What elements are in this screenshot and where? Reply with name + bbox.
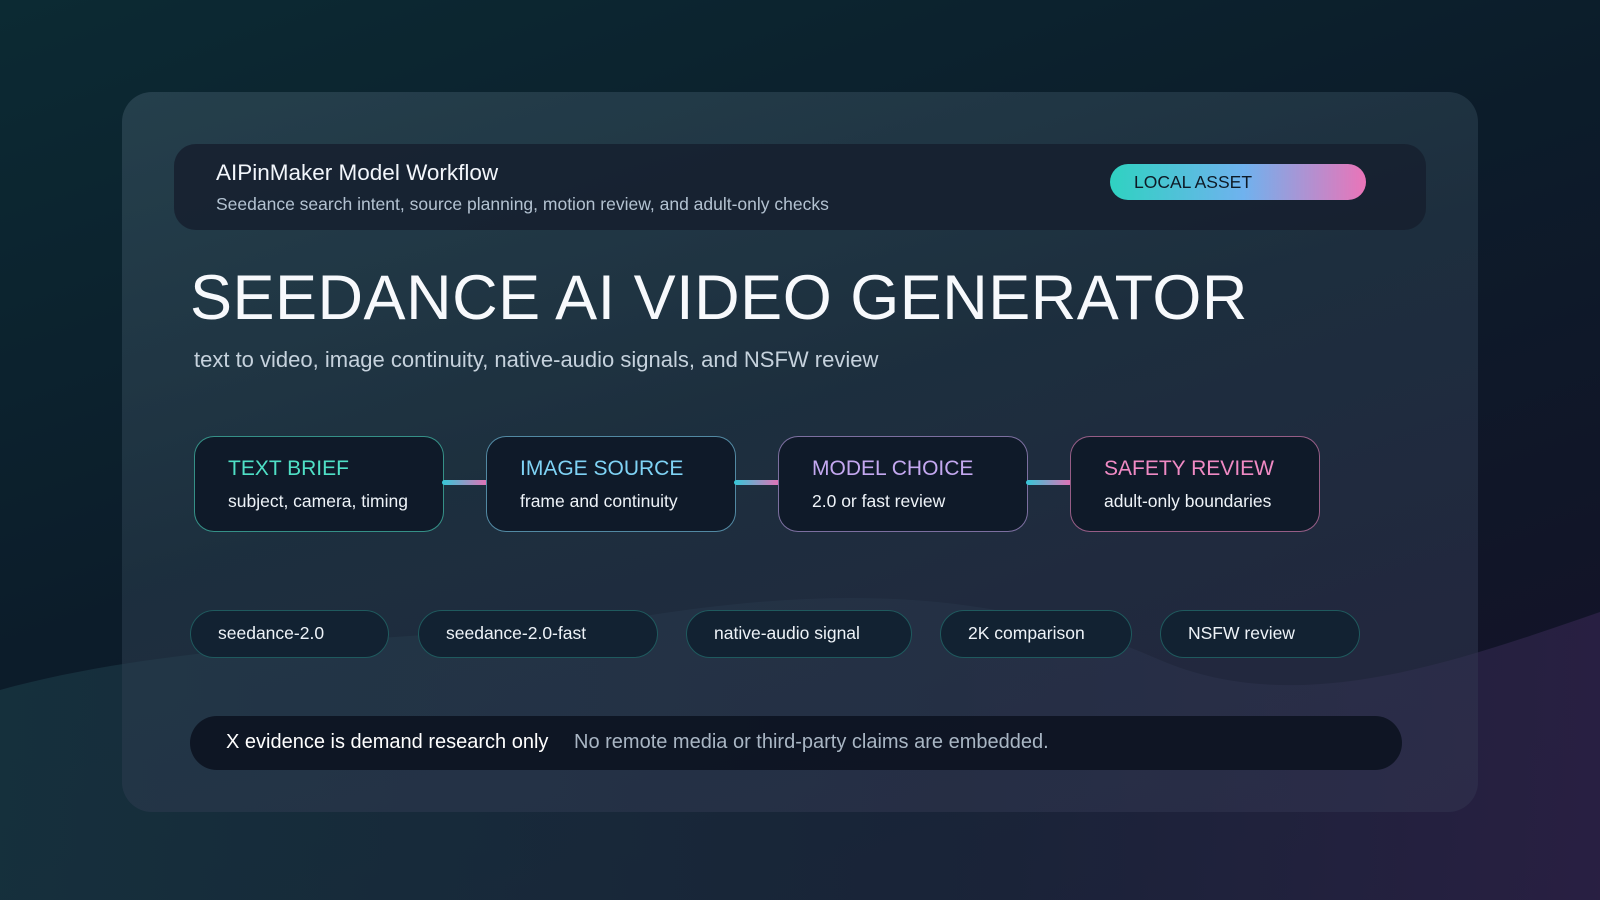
footer-note-bar: X evidence is demand research only No re… — [190, 716, 1402, 770]
footer-note-text: No remote media or third-party claims ar… — [574, 731, 1049, 753]
step-safety-review: SAFETY REVIEW adult-only boundaries — [1070, 436, 1320, 532]
step-image-source: IMAGE SOURCE frame and continuity — [486, 436, 736, 532]
step-desc: adult-only boundaries — [1104, 491, 1272, 511]
footer-strong-text: X evidence is demand research only — [226, 731, 549, 753]
hero-subtitle: text to video, image continuity, native-… — [194, 347, 879, 372]
hero-title: SEEDANCE AI VIDEO GENERATOR — [190, 263, 1248, 333]
step-model-choice: MODEL CHOICE 2.0 or fast review — [778, 436, 1028, 532]
step-label: SAFETY REVIEW — [1104, 457, 1274, 480]
header-subtitle: Seedance search intent, source planning,… — [216, 194, 829, 214]
tag-2k-comparison: 2K comparison — [940, 610, 1132, 658]
step-label: MODEL CHOICE — [812, 457, 974, 480]
workflow-card: AIPinMaker Model Workflow Seedance searc… — [122, 92, 1478, 812]
step-connector — [734, 480, 780, 485]
local-asset-badge: LOCAL ASSET — [1110, 164, 1366, 200]
tag-nsfw-review: NSFW review — [1160, 610, 1360, 658]
step-desc: frame and continuity — [520, 491, 678, 511]
step-text-brief: TEXT BRIEF subject, camera, timing — [194, 436, 444, 532]
step-desc: subject, camera, timing — [228, 491, 408, 511]
step-label: TEXT BRIEF — [228, 457, 349, 480]
step-connector — [1026, 480, 1072, 485]
workflow-header: AIPinMaker Model Workflow Seedance searc… — [174, 144, 1426, 230]
tag-seedance-2-0: seedance-2.0 — [190, 610, 389, 658]
tag-native-audio-signal: native-audio signal — [686, 610, 912, 658]
step-desc: 2.0 or fast review — [812, 491, 946, 511]
step-label: IMAGE SOURCE — [520, 457, 684, 480]
header-title: AIPinMaker Model Workflow — [216, 160, 499, 185]
step-connector — [442, 480, 488, 485]
tag-seedance-2-0-fast: seedance-2.0-fast — [418, 610, 658, 658]
